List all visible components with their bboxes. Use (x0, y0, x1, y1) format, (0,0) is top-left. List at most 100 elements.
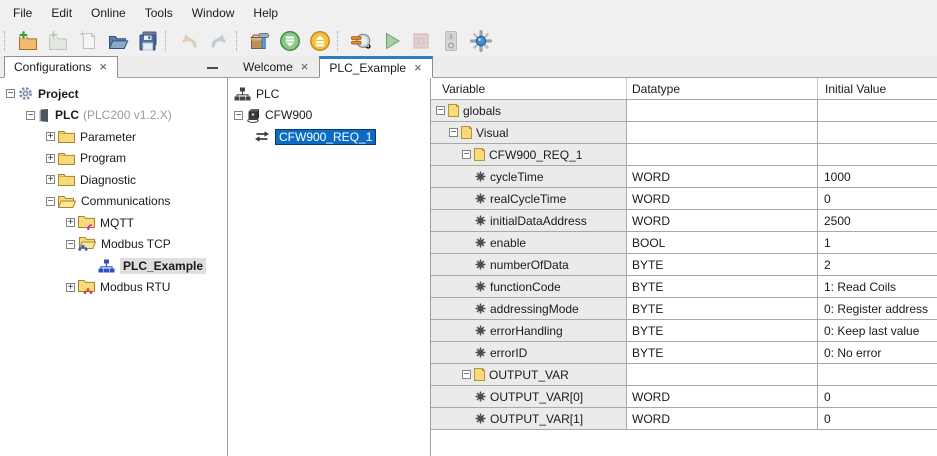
initial-value-cell[interactable]: 0 (818, 386, 937, 407)
tree-item-mqtt[interactable]: +MQTT (0, 212, 227, 234)
save-all-button[interactable] (133, 27, 163, 55)
tree-item-parameter[interactable]: +Parameter (0, 126, 227, 148)
expander-minus-icon[interactable]: − (462, 370, 471, 379)
datatype-cell[interactable]: WORD (627, 166, 818, 187)
connect-button[interactable] (346, 27, 376, 55)
expander-plus-icon[interactable]: + (46, 175, 55, 184)
table-row-output-var-0[interactable]: OUTPUT_VAR[0]WORD0 (431, 386, 937, 408)
table-row-realcycletime[interactable]: realCycleTimeWORD0 (431, 188, 937, 210)
expander-minus-icon[interactable]: − (46, 197, 55, 206)
tree-item-diagnostic[interactable]: + Diagnostic (0, 169, 227, 191)
expander-minus-icon[interactable]: − (234, 111, 243, 120)
initial-value-cell[interactable]: 2 (818, 254, 937, 275)
table-row-errorhandling[interactable]: errorHandlingBYTE0: Keep last value (431, 320, 937, 342)
tree-item-program[interactable]: +Program (0, 148, 227, 170)
tree-item-cfw900-req-1[interactable]: CFW900_REQ_1 (228, 126, 430, 148)
table-row-addressingmode[interactable]: addressingModeBYTE0: Register address (431, 298, 937, 320)
initial-value-cell[interactable]: 1000 (818, 166, 937, 187)
expander-minus-icon[interactable]: − (436, 106, 445, 115)
datatype-cell[interactable]: BYTE (627, 276, 818, 297)
expander-minus-icon[interactable]: − (449, 128, 458, 137)
tree-item-modbus-tcp[interactable]: −Modbus TCP (0, 234, 227, 256)
column-header-datatype[interactable]: Datatype (627, 78, 818, 99)
datatype-cell[interactable]: BOOL (627, 232, 818, 253)
tree-item-modbus-rtu[interactable]: +Modbus RTU (0, 277, 227, 299)
menu-item-online[interactable]: Online (82, 2, 136, 24)
gear-icon (18, 86, 33, 101)
initial-value-cell[interactable]: 0: No error (818, 342, 937, 363)
tree-item-label: Diagnostic (80, 173, 136, 187)
table-row-errorid[interactable]: errorIDBYTE0: No error (431, 342, 937, 364)
datatype-cell[interactable]: BYTE (627, 254, 818, 275)
initial-value-cell[interactable] (818, 364, 937, 385)
expander-minus-icon[interactable]: − (26, 111, 35, 120)
upload-button[interactable] (305, 27, 335, 55)
tab-plc-example[interactable]: PLC_Example× (319, 56, 432, 78)
column-header-variable[interactable]: Variable (431, 78, 627, 99)
initial-value-cell[interactable] (818, 122, 937, 143)
tree-item-cfw900[interactable]: −CFW900 (228, 105, 430, 127)
close-icon[interactable]: × (300, 62, 310, 72)
new-project-button[interactable] (13, 27, 43, 55)
datatype-cell[interactable]: BYTE (627, 342, 818, 363)
table-row-initialdataaddress[interactable]: initialDataAddressWORD2500 (431, 210, 937, 232)
initial-value-cell[interactable]: 0: Keep last value (818, 320, 937, 341)
menu-item-edit[interactable]: Edit (42, 2, 82, 24)
build-button[interactable] (245, 27, 275, 55)
expander-plus-icon[interactable]: + (66, 283, 75, 292)
datatype-cell[interactable]: BYTE (627, 298, 818, 319)
motion-button[interactable] (466, 27, 496, 55)
expander-minus-icon[interactable]: − (462, 150, 471, 159)
initial-value-cell[interactable]: 0 (818, 188, 937, 209)
initial-value-cell[interactable]: 2500 (818, 210, 937, 231)
tree-item-project[interactable]: −Project (0, 83, 227, 105)
initial-value-cell[interactable]: 0 (818, 408, 937, 429)
table-row-globals[interactable]: −globals (431, 100, 937, 122)
datatype-cell[interactable] (627, 100, 818, 121)
datatype-cell[interactable] (627, 144, 818, 165)
menu-item-tools[interactable]: Tools (136, 2, 183, 24)
initial-value-cell[interactable]: 1 (818, 232, 937, 253)
tab-configurations[interactable]: Configurations × (4, 56, 118, 78)
menu-item-window[interactable]: Window (183, 2, 245, 24)
table-row-functioncode[interactable]: functionCodeBYTE1: Read Coils (431, 276, 937, 298)
tree-item-plc[interactable]: PLC (228, 83, 430, 105)
open-project-button[interactable] (103, 27, 133, 55)
tree-item-plc-example[interactable]: PLC_Example (0, 255, 227, 277)
datatype-cell[interactable]: WORD (627, 210, 818, 231)
column-header-initial-value[interactable]: Initial Value (818, 78, 937, 99)
initial-value-cell[interactable] (818, 144, 937, 165)
tree-item-plc[interactable]: −PLC(PLC200 v1.2.X) (0, 105, 227, 127)
expander-minus-icon[interactable]: − (66, 240, 75, 249)
initial-value-cell[interactable]: 1: Read Coils (818, 276, 937, 297)
datatype-cell[interactable]: BYTE (627, 320, 818, 341)
initial-value-cell[interactable] (818, 100, 937, 121)
download-button[interactable] (275, 27, 305, 55)
menu-item-help[interactable]: Help (244, 2, 288, 24)
close-icon[interactable]: × (98, 62, 108, 72)
expander-plus-icon[interactable]: + (46, 154, 55, 163)
table-row-output-var[interactable]: −OUTPUT_VAR (431, 364, 937, 386)
build-icon (249, 30, 271, 52)
expander-plus-icon[interactable]: + (46, 132, 55, 141)
table-row-visual[interactable]: −Visual (431, 122, 937, 144)
menu-item-file[interactable]: File (4, 2, 42, 24)
expander-plus-icon[interactable]: + (66, 218, 75, 227)
expander-minus-icon[interactable]: − (6, 89, 15, 98)
datatype-cell[interactable]: WORD (627, 386, 818, 407)
table-row-numberofdata[interactable]: numberOfDataBYTE2 (431, 254, 937, 276)
table-row-enable[interactable]: enableBOOL1 (431, 232, 937, 254)
datatype-cell[interactable] (627, 364, 818, 385)
table-row-cfw900-req-1[interactable]: −CFW900_REQ_1 (431, 144, 937, 166)
datatype-cell[interactable]: WORD (627, 188, 818, 209)
table-row-cycletime[interactable]: cycleTimeWORD1000 (431, 166, 937, 188)
tab-welcome[interactable]: Welcome× (233, 56, 319, 78)
datatype-cell[interactable] (627, 122, 818, 143)
table-row-output-var-1[interactable]: OUTPUT_VAR[1]WORD0 (431, 408, 937, 430)
minimize-icon[interactable] (207, 63, 218, 71)
tree-item-communications[interactable]: −Communications (0, 191, 227, 213)
close-icon[interactable]: × (413, 63, 423, 73)
run-button[interactable] (376, 27, 406, 55)
datatype-cell[interactable]: WORD (627, 408, 818, 429)
initial-value-cell[interactable]: 0: Register address (818, 298, 937, 319)
